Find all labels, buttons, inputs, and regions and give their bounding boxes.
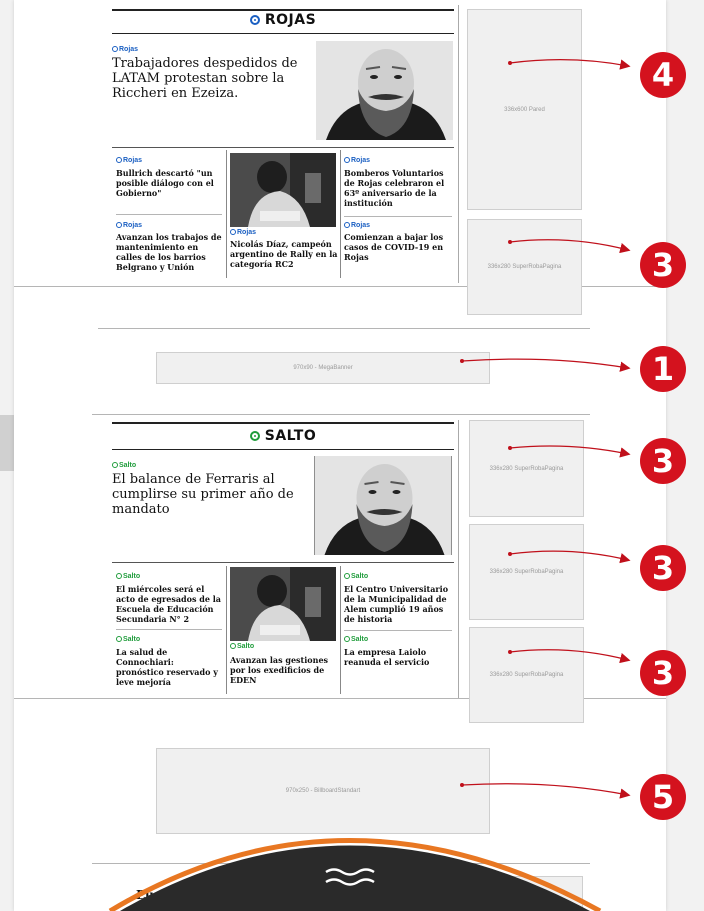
annotation-overlay xyxy=(108,59,631,911)
badge-3-b: 3 xyxy=(640,438,686,484)
arrow-4 xyxy=(509,59,631,70)
arrow-1 xyxy=(461,358,631,372)
video-thumbnail-circle xyxy=(120,845,590,911)
arrow-3a xyxy=(509,239,631,254)
arrow-3c xyxy=(509,550,631,564)
badge-5: 5 xyxy=(640,774,686,820)
badge-4: 4 xyxy=(640,52,686,98)
arrow-3d xyxy=(509,649,631,664)
badge-3-a: 3 xyxy=(640,242,686,288)
arrow-5 xyxy=(461,783,631,799)
arrow-3b xyxy=(509,445,631,458)
badge-3-d: 3 xyxy=(640,650,686,696)
badge-3-c: 3 xyxy=(640,545,686,591)
badge-1: 1 xyxy=(640,346,686,392)
